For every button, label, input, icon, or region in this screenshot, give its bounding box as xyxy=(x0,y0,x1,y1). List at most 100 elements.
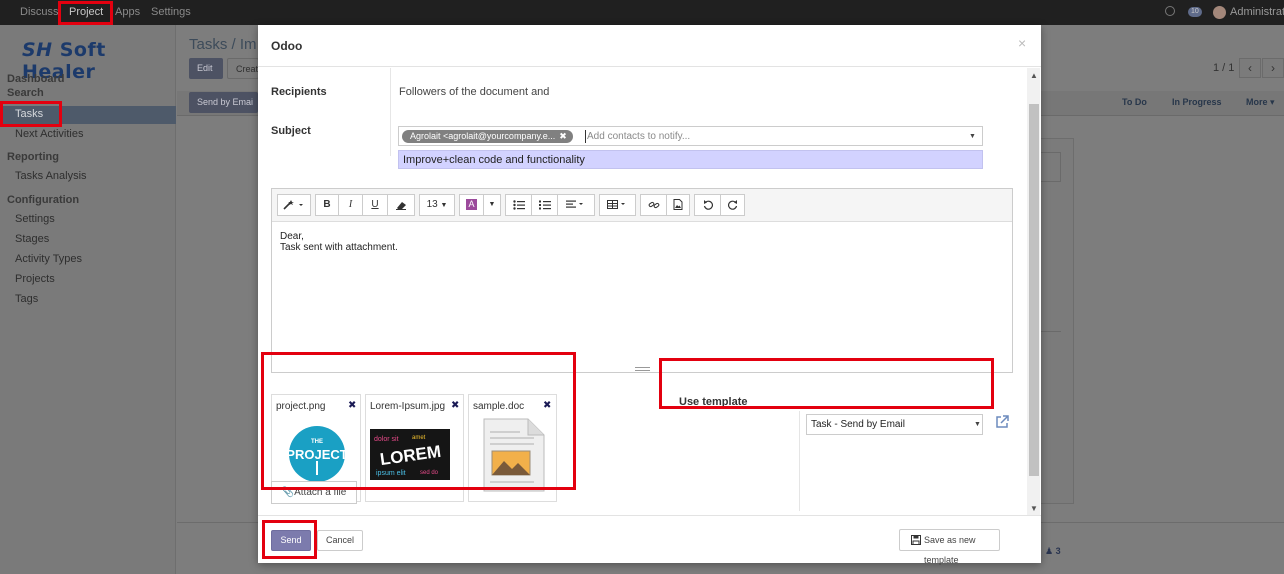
scroll-up-icon[interactable]: ▲ xyxy=(1030,71,1038,80)
pager-next-button[interactable]: › xyxy=(1262,58,1284,78)
sidebar: SH Soft Healer Dashboard Search Tasks Ne… xyxy=(0,25,176,574)
attachment-name: project.png xyxy=(276,401,326,412)
sidebar-item-activity-types[interactable]: Activity Types xyxy=(15,253,82,265)
recipients-field[interactable]: Agrolait <agrolait@yourcompany.e... ✖ Add… xyxy=(398,126,983,146)
body-line: Task sent with attachment. xyxy=(280,242,398,253)
document-icon xyxy=(483,418,545,492)
template-divider xyxy=(799,411,800,511)
external-link-icon[interactable] xyxy=(995,415,1009,429)
close-icon[interactable]: × xyxy=(1018,35,1026,51)
stage-todo[interactable]: To Do xyxy=(1122,97,1147,107)
template-select[interactable]: Task - Send by Email ▼ xyxy=(806,414,983,435)
attachment-card[interactable]: sample.doc ✖ xyxy=(468,394,557,502)
create-button[interactable]: Creat xyxy=(227,58,259,79)
list-ul-icon xyxy=(512,200,525,210)
italic-button[interactable]: I xyxy=(338,194,362,216)
user-name[interactable]: Administrat xyxy=(1230,6,1284,18)
bold-button[interactable]: B xyxy=(315,194,338,216)
remove-attachment-icon[interactable]: ✖ xyxy=(348,400,356,411)
dialog-header: Odoo × xyxy=(258,25,1041,67)
link-icon xyxy=(648,201,659,209)
attachment-name: sample.doc xyxy=(473,401,525,412)
remove-attachment-icon[interactable]: ✖ xyxy=(543,400,551,411)
font-color-button[interactable]: A xyxy=(459,194,483,216)
sidebar-configuration[interactable]: Configuration xyxy=(7,194,79,206)
sidebar-item-projects[interactable]: Projects xyxy=(15,273,55,285)
dialog-footer: Send Cancel Save as new template xyxy=(258,515,1041,565)
pager-value[interactable]: 1 / 1 xyxy=(1213,62,1234,74)
mail-compose-dialog: Odoo × ▲ ▼ Recipients Followers of the d… xyxy=(258,25,1041,565)
image-button[interactable] xyxy=(666,194,690,216)
attachment-card[interactable]: Lorem-Ipsum.jpg ✖ dolor sit amet LOREM i… xyxy=(365,394,464,502)
breadcrumb[interactable]: Tasks / Im xyxy=(189,36,257,53)
followers-text: Followers of the document and xyxy=(399,86,550,98)
align-left-icon xyxy=(566,200,583,208)
magic-wand-icon xyxy=(283,200,303,210)
eraser-icon xyxy=(396,202,406,210)
dialog-title: Odoo xyxy=(271,39,303,53)
followers-count[interactable]: ♟ 3 xyxy=(1045,546,1061,557)
project-logo-thumbnail: THE PROJECT xyxy=(288,426,346,482)
sidebar-item-next-activities[interactable]: Next Activities xyxy=(15,128,83,140)
font-color-dropdown[interactable]: ▼ xyxy=(483,194,501,216)
sidebar-reporting[interactable]: Reporting xyxy=(7,151,59,163)
scrollbar-thumb[interactable] xyxy=(1029,104,1039,476)
send-by-email-button[interactable]: Send by Emai xyxy=(189,92,258,113)
top-navbar: Discuss Project Apps Settings 10 Adminis… xyxy=(0,0,1284,25)
ordered-list-button[interactable] xyxy=(531,194,557,216)
underline-button[interactable]: U xyxy=(362,194,387,216)
redo-button[interactable] xyxy=(720,194,745,216)
body-editor: B I U 13 ▼ A ▼ Dear, Task sent with atta… xyxy=(271,188,1013,373)
sidebar-item-stages[interactable]: Stages xyxy=(15,233,49,245)
table-dropdown[interactable] xyxy=(599,194,636,216)
menu-project[interactable]: Project xyxy=(69,6,103,18)
sidebar-item-settings[interactable]: Settings xyxy=(15,213,55,225)
undo-button[interactable] xyxy=(694,194,720,216)
scroll-down-icon[interactable]: ▼ xyxy=(1030,504,1038,513)
form-sheet xyxy=(1040,138,1074,504)
chevron-down-icon[interactable]: ▼ xyxy=(969,133,976,140)
body-line: Dear, xyxy=(280,231,304,242)
editor-toolbar: B I U 13 ▼ A ▼ xyxy=(272,189,1012,222)
remove-recipient-icon[interactable]: ✖ xyxy=(559,131,567,141)
recipients-input[interactable]: Add contacts to notify... xyxy=(585,130,690,143)
remove-attachment-icon[interactable]: ✖ xyxy=(451,400,459,411)
file-image-icon xyxy=(673,199,683,210)
link-button[interactable] xyxy=(640,194,666,216)
messages-badge[interactable]: 10 xyxy=(1188,7,1202,17)
sidebar-item-tags[interactable]: Tags xyxy=(15,293,38,305)
lorem-ipsum-thumbnail: dolor sit amet LOREM ipsum elit sed do xyxy=(370,429,450,480)
save-as-template-button[interactable]: Save as new template xyxy=(899,529,1000,565)
menu-settings[interactable]: Settings xyxy=(151,6,191,18)
sidebar-dashboard[interactable]: Dashboard xyxy=(7,73,64,85)
menu-discuss[interactable]: Discuss xyxy=(20,6,59,18)
menu-apps[interactable]: Apps xyxy=(115,6,140,18)
send-button[interactable]: Send xyxy=(271,530,311,551)
sidebar-search[interactable]: Search xyxy=(7,87,44,99)
save-icon xyxy=(911,535,921,545)
recipient-tag: Agrolait <agrolait@yourcompany.e... ✖ xyxy=(402,130,573,143)
stage-more[interactable]: More ▾ xyxy=(1246,97,1275,108)
table-icon xyxy=(606,200,625,209)
svg-text:sed do: sed do xyxy=(420,470,439,476)
use-template-label: Use template xyxy=(679,396,748,408)
subject-input[interactable]: Improve+clean code and functionality xyxy=(398,150,983,169)
unordered-list-button[interactable] xyxy=(505,194,531,216)
attach-file-button[interactable]: 📎Attach a file xyxy=(271,481,357,504)
editor-content[interactable]: Dear, Task sent with attachment. xyxy=(280,231,398,253)
style-dropdown[interactable] xyxy=(277,194,311,216)
cancel-button[interactable]: Cancel xyxy=(317,530,363,551)
font-size-dropdown[interactable]: 13 ▼ xyxy=(419,194,455,216)
sidebar-item-tasks[interactable]: Tasks xyxy=(15,108,43,120)
font-color-icon: A xyxy=(466,199,477,210)
eraser-button[interactable] xyxy=(387,194,415,216)
sidebar-item-tasks-analysis[interactable]: Tasks Analysis xyxy=(15,170,87,182)
activity-clock-icon[interactable] xyxy=(1165,6,1175,16)
avatar[interactable] xyxy=(1213,6,1226,19)
editor-resize-handle[interactable] xyxy=(635,367,650,371)
chevron-down-icon[interactable]: ▼ xyxy=(974,421,981,428)
pager-prev-button[interactable]: ‹ xyxy=(1239,58,1261,78)
paragraph-dropdown[interactable] xyxy=(557,194,595,216)
stage-in-progress[interactable]: In Progress xyxy=(1172,97,1222,107)
edit-button[interactable]: Edit xyxy=(189,58,223,79)
